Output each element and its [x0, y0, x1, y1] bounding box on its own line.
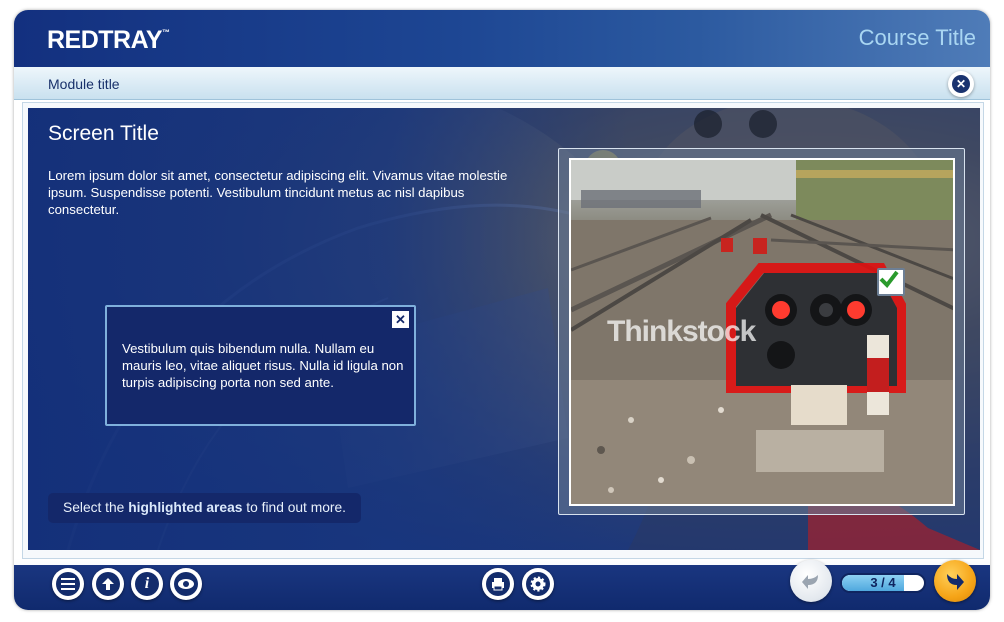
back-button[interactable] [790, 560, 832, 602]
close-course-button[interactable]: ✕ [948, 71, 974, 97]
close-circle-icon: ✕ [952, 75, 970, 93]
settings-gear-icon [526, 572, 550, 596]
next-arrow-icon [947, 574, 964, 590]
glossary-button[interactable] [170, 568, 202, 600]
image-panel: Thinkstock [558, 148, 965, 515]
module-bar: Module title ✕ [14, 67, 990, 100]
module-title: Module title [48, 76, 120, 92]
header-bar: REDTRAY™ Course Title [14, 10, 990, 67]
popup-text: Vestibulum quis bibendum nulla. Nullam e… [122, 341, 404, 390]
back-arrow-icon [802, 575, 818, 589]
menu-button[interactable] [52, 568, 84, 600]
glossary-eye-icon [174, 572, 198, 596]
railway-signal-photo: Thinkstock [569, 158, 955, 506]
print-button[interactable] [482, 568, 514, 600]
info-button[interactable]: i [131, 568, 163, 600]
menu-icon [56, 572, 80, 596]
instruction-highlight: highlighted areas [128, 500, 243, 515]
course-player: REDTRAY™ Course Title Module title ✕ Scr… [14, 10, 990, 610]
checkmark-icon [879, 270, 899, 288]
content-area: Screen Title Lorem ipsum dolor sit amet,… [28, 108, 980, 550]
intro-paragraph: Lorem ipsum dolor sit amet, consectetur … [48, 168, 508, 217]
course-title: Course Title [858, 25, 976, 50]
instruction-suffix: to find out more. [246, 500, 346, 515]
trademark-mark: ™ [162, 28, 170, 37]
content-frame: Screen Title Lorem ipsum dolor sit amet,… [22, 102, 984, 559]
print-icon [486, 572, 510, 596]
close-icon: ✕ [395, 312, 406, 327]
settings-button[interactable] [522, 568, 554, 600]
redtray-logo: REDTRAY™ [47, 26, 170, 55]
info-popup: ✕ Vestibulum quis bibendum nulla. Nullam… [105, 305, 416, 426]
page-counter: 3 / 4 [840, 573, 926, 593]
next-button[interactable] [934, 560, 976, 602]
logo-text: REDTRAY [47, 26, 163, 54]
page-counter-label: 3 / 4 [870, 575, 896, 590]
instruction-prefix: Select the [63, 500, 125, 515]
hotspot-checkmark[interactable] [877, 268, 905, 296]
popup-close-button[interactable]: ✕ [392, 311, 409, 328]
info-icon: i [135, 572, 159, 596]
screen-title: Screen Title [48, 122, 159, 145]
resources-icon [96, 572, 120, 596]
watermark-text: Thinkstock [607, 315, 756, 348]
instruction-callout: Select the highlighted areas to find out… [48, 493, 361, 523]
resources-button[interactable] [92, 568, 124, 600]
